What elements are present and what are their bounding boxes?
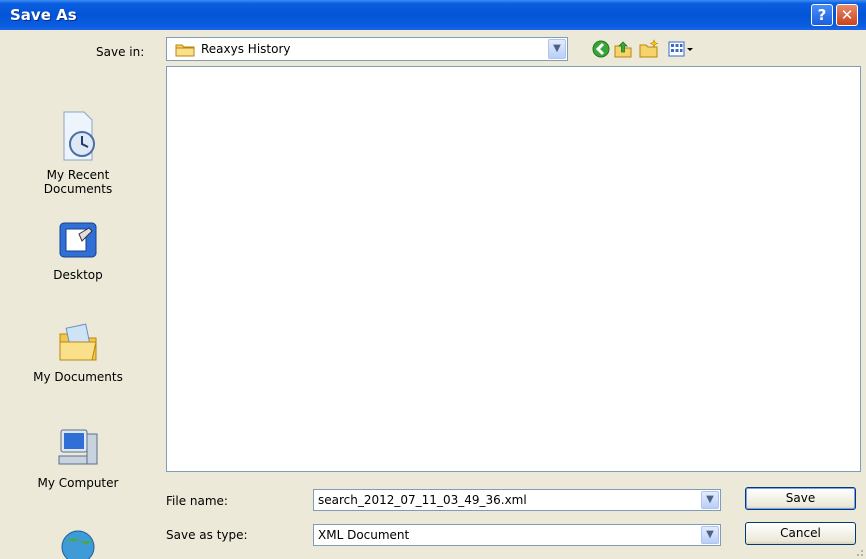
- place-my-recent-documents[interactable]: My Recent Documents: [0, 110, 156, 196]
- place-label: My Recent: [46, 168, 110, 182]
- place-my-computer[interactable]: My Computer: [0, 428, 156, 490]
- place-desktop[interactable]: Desktop: [0, 220, 156, 282]
- save-in-value: Reaxys History: [201, 42, 291, 56]
- file-name-input[interactable]: search_2012_07_11_03_49_36.xml ▼: [313, 489, 721, 511]
- place-my-documents[interactable]: My Documents: [0, 320, 156, 384]
- file-list[interactable]: [166, 66, 861, 472]
- chevron-down-icon[interactable]: ▼: [548, 39, 566, 59]
- place-label: My Documents: [33, 370, 123, 384]
- save-as-type-value: XML Document: [318, 528, 410, 542]
- cancel-button[interactable]: Cancel: [745, 522, 856, 545]
- file-name-value: search_2012_07_11_03_49_36.xml: [318, 493, 527, 507]
- help-button[interactable]: ?: [811, 4, 833, 26]
- chevron-down-icon[interactable]: ▼: [701, 491, 719, 509]
- save-button[interactable]: Save: [745, 487, 856, 510]
- place-label: My Computer: [37, 476, 119, 490]
- save-in-label: Save in:: [96, 45, 145, 59]
- place-label: Desktop: [53, 268, 103, 282]
- save-as-type-dropdown[interactable]: XML Document ▼: [313, 524, 721, 546]
- folder-icon: [175, 44, 195, 57]
- my-documents-icon: [59, 323, 97, 361]
- back-icon[interactable]: [590, 39, 612, 59]
- chevron-down-icon[interactable]: ▼: [701, 526, 719, 544]
- place-label: Documents: [43, 182, 113, 196]
- save-in-dropdown[interactable]: Reaxys History ▼: [166, 37, 568, 61]
- network-places-icon: [61, 530, 95, 559]
- recent-documents-icon: [63, 111, 95, 161]
- dialog-title: Save As: [10, 6, 77, 24]
- my-computer-icon: [58, 429, 98, 465]
- place-network[interactable]: [0, 525, 156, 559]
- save-as-dialog: Save As ? ✕ Save in: Reaxys History ▼ My…: [0, 0, 866, 559]
- file-name-label: File name:: [166, 494, 228, 508]
- save-as-type-label: Save as type:: [166, 528, 248, 542]
- desktop-icon: [59, 222, 97, 258]
- resize-grip-icon[interactable]: [852, 545, 864, 557]
- views-menu-icon[interactable]: [667, 39, 697, 59]
- new-folder-icon[interactable]: [638, 39, 660, 59]
- close-button[interactable]: ✕: [836, 4, 858, 26]
- title-bar: Save As ? ✕: [0, 0, 866, 30]
- up-folder-icon[interactable]: [612, 39, 634, 59]
- places-bar: My Recent Documents Desktop My Documents: [0, 100, 156, 559]
